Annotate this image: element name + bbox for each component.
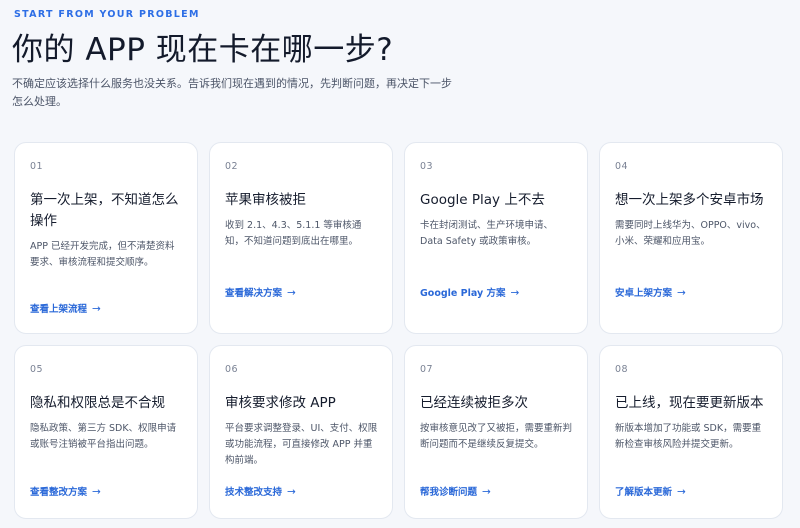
- problem-card-08[interactable]: 08 已上线，现在要更新版本 新版本增加了功能或 SDK，需要重新检查审核风险并…: [599, 345, 783, 519]
- card-title: 已上线，现在要更新版本: [615, 395, 764, 411]
- card-description: 平台要求调整登录、UI、支付、权限或功能流程，可直接修改 APP 并重构前端。: [225, 423, 378, 466]
- card-description: 新版本增加了功能或 SDK，需要重新检查审核风险并提交更新。: [615, 423, 762, 450]
- problem-card-07[interactable]: 07 已经连续被拒多次 按审核意见改了又被拒，需要重新判断问题而不是继续反复提交…: [404, 345, 588, 519]
- card-link-google-play[interactable]: Google Play 方案 →: [420, 285, 519, 299]
- card-link-label: 查看上架流程: [30, 304, 88, 315]
- card-title: 第一次上架，不知道怎么操作: [30, 192, 179, 229]
- card-title: 已经连续被拒多次: [420, 395, 528, 411]
- card-link-label: 技术整改支持: [225, 487, 283, 498]
- card-description: 需要同时上线华为、OPPO、vivo、小米、荣耀和应用宝。: [615, 220, 766, 247]
- card-link-tech-support[interactable]: 技术整改支持 →: [225, 484, 296, 498]
- page-title: 你的 APP 现在卡在哪一步?: [12, 32, 394, 68]
- arrow-right-icon: →: [92, 486, 101, 498]
- card-link-diagnose[interactable]: 帮我诊断问题 →: [420, 484, 491, 498]
- card-number: 08: [615, 364, 629, 375]
- arrow-right-icon: →: [92, 303, 101, 315]
- card-title: 苹果审核被拒: [225, 192, 306, 208]
- arrow-right-icon: →: [287, 486, 296, 498]
- card-number: 04: [615, 161, 629, 172]
- arrow-right-icon: →: [677, 486, 686, 498]
- card-link-label: 查看解决方案: [225, 288, 283, 299]
- card-link-rectification[interactable]: 查看整改方案 →: [30, 484, 101, 498]
- card-link-solution[interactable]: 查看解决方案 →: [225, 285, 296, 299]
- problem-card-grid: 01 第一次上架，不知道怎么操作 APP 已经开发完成，但不清楚资料要求、审核流…: [14, 142, 785, 519]
- problem-card-01[interactable]: 01 第一次上架，不知道怎么操作 APP 已经开发完成，但不清楚资料要求、审核流…: [14, 142, 198, 334]
- card-number: 05: [30, 364, 44, 375]
- card-description: 卡在封闭测试、生产环境申请、Data Safety 或政策审核。: [420, 220, 554, 247]
- section-eyebrow: START FROM YOUR PROBLEM: [14, 9, 200, 20]
- problem-card-04[interactable]: 04 想一次上架多个安卓市场 需要同时上线华为、OPPO、vivo、小米、荣耀和…: [599, 142, 783, 334]
- card-link-upload-process[interactable]: 查看上架流程 →: [30, 301, 101, 315]
- card-link-label: Google Play 方案: [420, 288, 506, 299]
- arrow-right-icon: →: [510, 287, 520, 299]
- card-description: 收到 2.1、4.3、5.1.1 等审核通知，不知道问题到底出在哪里。: [225, 220, 362, 247]
- arrow-right-icon: →: [287, 287, 296, 299]
- card-title: 审核要求修改 APP: [225, 395, 336, 411]
- card-description: 隐私政策、第三方 SDK、权限申请或账号注销被平台指出问题。: [30, 423, 177, 450]
- card-number: 03: [420, 161, 434, 172]
- problem-card-02[interactable]: 02 苹果审核被拒 收到 2.1、4.3、5.1.1 等审核通知，不知道问题到底…: [209, 142, 393, 334]
- card-link-label: 查看整改方案: [30, 487, 88, 498]
- card-title: Google Play 上不去: [420, 192, 545, 208]
- card-link-version-update[interactable]: 了解版本更新 →: [615, 484, 686, 498]
- arrow-right-icon: →: [482, 486, 491, 498]
- card-link-label: 了解版本更新: [615, 487, 673, 498]
- card-description: APP 已经开发完成，但不清楚资料要求、审核流程和提交顺序。: [30, 241, 175, 268]
- card-title: 隐私和权限总是不合规: [30, 395, 165, 411]
- card-number: 01: [30, 161, 44, 172]
- arrow-right-icon: →: [677, 287, 686, 299]
- page: START FROM YOUR PROBLEM 你的 APP 现在卡在哪一步? …: [0, 0, 800, 528]
- card-number: 07: [420, 364, 434, 375]
- card-number: 02: [225, 161, 239, 172]
- card-description: 按审核意见改了又被拒，需要重新判断问题而不是继续反复提交。: [420, 423, 573, 450]
- card-link-label: 安卓上架方案: [615, 288, 673, 299]
- card-title: 想一次上架多个安卓市场: [615, 192, 764, 208]
- problem-card-03[interactable]: 03 Google Play 上不去 卡在封闭测试、生产环境申请、Data Sa…: [404, 142, 588, 334]
- card-number: 06: [225, 364, 239, 375]
- card-link-android[interactable]: 安卓上架方案 →: [615, 285, 686, 299]
- intro-text: 不确定应该选择什么服务也没关系。告诉我们现在遇到的情况，先判断问题，再决定下一步…: [12, 77, 452, 108]
- problem-card-05[interactable]: 05 隐私和权限总是不合规 隐私政策、第三方 SDK、权限申请或账号注销被平台指…: [14, 345, 198, 519]
- problem-card-06[interactable]: 06 审核要求修改 APP 平台要求调整登录、UI、支付、权限或功能流程，可直接…: [209, 345, 393, 519]
- card-link-label: 帮我诊断问题: [420, 487, 478, 498]
